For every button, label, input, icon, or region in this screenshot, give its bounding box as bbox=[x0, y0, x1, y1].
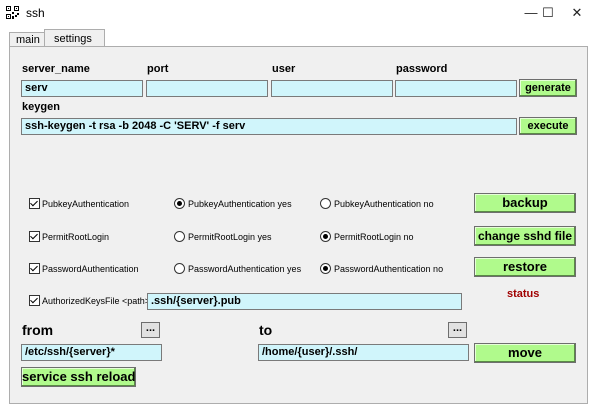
move-button[interactable]: move bbox=[474, 343, 576, 363]
password-auth-yes-radio[interactable] bbox=[174, 263, 185, 274]
pubkey-auth-no-label: PubkeyAuthentication no bbox=[334, 199, 434, 209]
port-label: port bbox=[147, 63, 169, 75]
permit-root-login-yes-radio[interactable] bbox=[174, 231, 185, 242]
to-browse-button[interactable]: ... bbox=[448, 322, 467, 338]
permit-root-login-checkbox[interactable] bbox=[29, 231, 40, 242]
generate-button[interactable]: generate bbox=[519, 79, 577, 97]
password-label: password bbox=[396, 63, 448, 75]
authorized-keys-checkbox[interactable] bbox=[29, 295, 40, 306]
password-auth-checkbox[interactable] bbox=[29, 263, 40, 274]
authorized-keys-input[interactable]: .ssh/{server}.pub bbox=[147, 293, 462, 310]
service-ssh-reload-button[interactable]: service ssh reload bbox=[21, 367, 136, 387]
to-label: to bbox=[259, 322, 273, 338]
status-text: status bbox=[507, 288, 540, 300]
from-browse-button[interactable]: ... bbox=[141, 322, 160, 338]
close-button[interactable]: ✕ bbox=[554, 0, 600, 26]
change-sshd-file-button[interactable]: change sshd file bbox=[474, 226, 576, 246]
pubkey-auth-yes-label: PubkeyAuthentication yes bbox=[188, 199, 292, 209]
title-bar: ssh — ☐ ✕ bbox=[0, 0, 600, 26]
password-auth-label: PasswordAuthentication bbox=[42, 264, 139, 274]
close-icon: ✕ bbox=[571, 5, 583, 20]
permit-root-login-no-label: PermitRootLogin no bbox=[334, 232, 414, 242]
permit-root-login-label: PermitRootLogin bbox=[42, 232, 110, 242]
from-path-input[interactable]: /etc/ssh/{server}* bbox=[21, 344, 162, 361]
keygen-label: keygen bbox=[22, 101, 60, 113]
port-input[interactable] bbox=[146, 80, 268, 97]
backup-button[interactable]: backup bbox=[474, 193, 576, 213]
from-label: from bbox=[22, 322, 54, 338]
user-label: user bbox=[272, 63, 296, 75]
to-path-input[interactable]: /home/{user}/.ssh/ bbox=[258, 344, 469, 361]
pubkey-auth-checkbox[interactable] bbox=[29, 198, 40, 209]
pubkey-auth-yes-radio[interactable] bbox=[174, 198, 185, 209]
password-auth-no-radio[interactable] bbox=[320, 263, 331, 274]
password-input[interactable] bbox=[395, 80, 517, 97]
window-title: ssh bbox=[26, 6, 45, 20]
server-name-input[interactable]: serv bbox=[21, 80, 143, 97]
pubkey-auth-no-radio[interactable] bbox=[320, 198, 331, 209]
authorized-keys-label: AuthorizedKeysFile <path> bbox=[42, 296, 151, 306]
pubkey-auth-label: PubkeyAuthentication bbox=[42, 199, 130, 209]
execute-button[interactable]: execute bbox=[519, 117, 577, 135]
permit-root-login-no-radio[interactable] bbox=[320, 231, 331, 242]
server-name-label: server_name bbox=[22, 63, 90, 75]
restore-button[interactable]: restore bbox=[474, 257, 576, 277]
maximize-icon: ☐ bbox=[542, 5, 554, 20]
keygen-command-input[interactable]: ssh-keygen -t rsa -b 2048 -C 'SERV' -f s… bbox=[21, 118, 517, 135]
user-input[interactable] bbox=[271, 80, 393, 97]
permit-root-login-yes-label: PermitRootLogin yes bbox=[188, 232, 272, 242]
app-icon bbox=[6, 6, 19, 19]
password-auth-yes-label: PasswordAuthentication yes bbox=[188, 264, 302, 274]
password-auth-no-label: PasswordAuthentication no bbox=[334, 264, 444, 274]
